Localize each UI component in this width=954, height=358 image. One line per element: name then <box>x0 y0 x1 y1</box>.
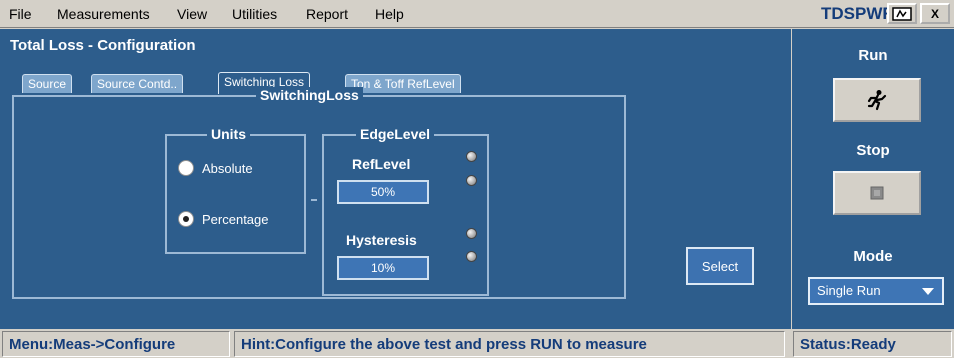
ref-level-field[interactable]: 50% <box>337 180 429 204</box>
ref-level-knob-icon[interactable] <box>466 151 477 162</box>
hysteresis-knob-icon[interactable] <box>466 228 477 239</box>
chevron-down-icon <box>922 288 934 295</box>
hysteresis-knob-icon-2[interactable] <box>466 251 477 262</box>
select-button[interactable]: Select <box>686 247 754 285</box>
ref-level-label: RefLevel <box>352 156 411 172</box>
running-man-icon <box>867 90 887 111</box>
menu-path-status: Menu:Meas->Configure <box>2 331 230 357</box>
hysteresis-label: Hysteresis <box>346 232 417 248</box>
units-group <box>165 134 306 254</box>
ref-level-knob-icon-2[interactable] <box>466 175 477 186</box>
restore-window-button[interactable] <box>887 3 917 24</box>
run-button[interactable] <box>833 78 921 122</box>
hint-status: Hint:Configure the above test and press … <box>234 331 785 357</box>
menu-help[interactable]: Help <box>375 6 404 22</box>
control-panel: Run Stop Mode Single Run <box>792 29 954 329</box>
menu-measurements[interactable]: Measurements <box>57 6 150 22</box>
menu-utilities[interactable]: Utilities <box>232 6 277 22</box>
page-title: Total Loss - Configuration <box>10 37 196 54</box>
radio-percentage-label: Percentage <box>202 211 269 227</box>
hysteresis-field[interactable]: 10% <box>337 256 429 280</box>
mode-dropdown[interactable]: Single Run <box>808 277 944 305</box>
menu-view[interactable]: View <box>177 6 207 22</box>
status-bar: Menu:Meas->Configure Hint:Configure the … <box>0 329 954 358</box>
stop-square-icon <box>870 186 884 200</box>
tab-source-contd[interactable]: Source Contd.. <box>91 74 184 93</box>
tab-source[interactable]: Source <box>22 74 73 93</box>
configuration-panel: Total Loss - Configuration Source Source… <box>0 29 791 329</box>
stop-button[interactable] <box>833 171 921 215</box>
close-button[interactable]: X <box>920 3 950 24</box>
units-title: Units <box>207 126 250 142</box>
mode-value: Single Run <box>817 283 881 298</box>
ready-status: Status:Ready <box>793 331 952 357</box>
radio-absolute[interactable]: Absolute <box>178 160 253 176</box>
window-restore-icon <box>892 6 912 21</box>
switching-loss-group <box>12 95 626 299</box>
menu-bar: File Measurements View Utilities Report … <box>0 0 954 28</box>
menu-file[interactable]: File <box>9 6 32 22</box>
mode-label: Mode <box>853 248 893 265</box>
stop-label: Stop <box>856 142 890 159</box>
menu-report[interactable]: Report <box>306 6 348 22</box>
radio-absolute-label: Absolute <box>202 160 253 176</box>
switching-loss-title: SwitchingLoss <box>256 87 363 103</box>
units-connector <box>311 199 317 201</box>
radio-percentage[interactable]: Percentage <box>178 211 269 227</box>
radio-absolute-circle[interactable] <box>178 160 194 176</box>
edge-level-title: EdgeLevel <box>356 126 435 142</box>
run-label: Run <box>858 47 888 64</box>
radio-percentage-circle[interactable] <box>178 211 194 227</box>
close-icon: X <box>930 6 939 21</box>
